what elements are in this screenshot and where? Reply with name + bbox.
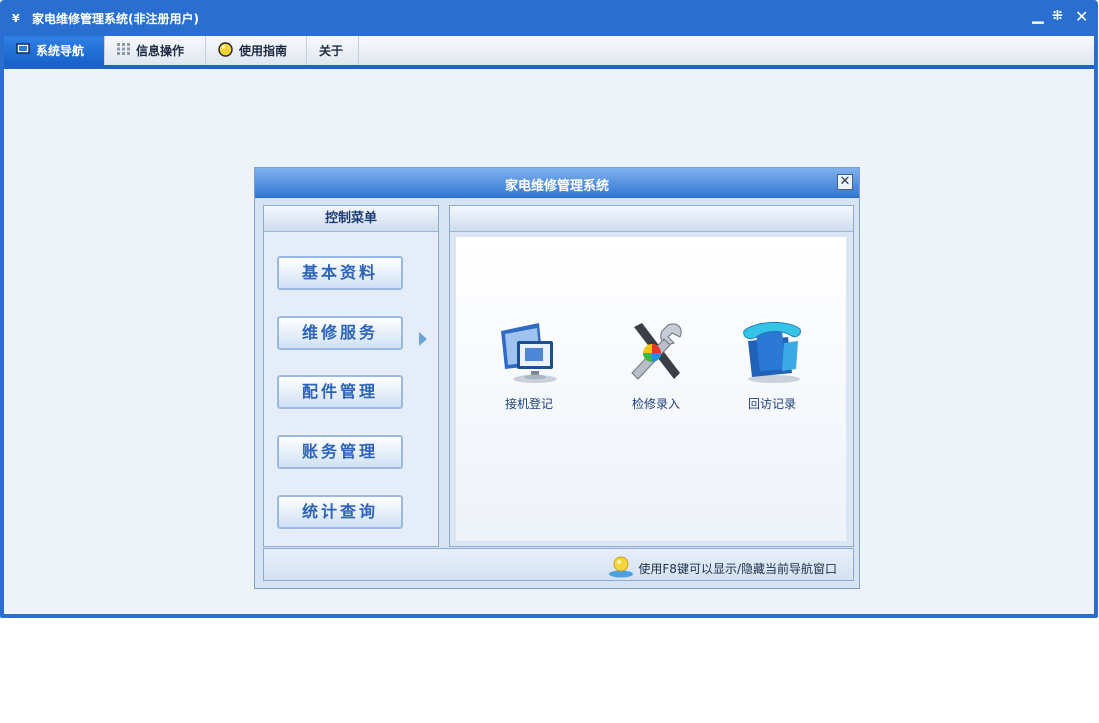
selected-arrow-icon xyxy=(419,332,427,346)
tab-info-operation[interactable]: 信息操作 xyxy=(105,36,206,65)
menu-parts-management-button[interactable]: 配件管理 xyxy=(277,375,403,409)
feature-label: 回访记录 xyxy=(747,397,796,411)
phone-folder-icon xyxy=(722,319,822,385)
tab-user-guide[interactable]: 使用指南 xyxy=(206,36,307,65)
window-title: 家电维修管理系统(非注册用户) xyxy=(32,12,199,26)
feature-panel-header xyxy=(450,206,853,232)
bulb-icon xyxy=(218,41,233,60)
feature-repair-entry[interactable]: 检修录入 xyxy=(606,319,706,412)
dialog-title: 家电维修管理系统 xyxy=(504,179,609,194)
app-logo-icon: ¥ xyxy=(12,12,20,25)
close-icon[interactable]: ✕ xyxy=(1075,8,1088,26)
tab-system-navigation[interactable]: 系统导航 xyxy=(4,36,105,65)
title-bar[interactable]: ¥ 家电维修管理系统(非注册用户) ▁ ⁜ ✕ xyxy=(0,0,1098,36)
restore-icon[interactable]: ⁜ xyxy=(1052,8,1063,26)
repair-tools-icon xyxy=(606,319,706,385)
feature-label: 检修录入 xyxy=(631,397,680,411)
grid-icon xyxy=(117,43,130,58)
lightbulb-person-icon xyxy=(608,556,634,581)
tab-label: 使用指南 xyxy=(239,44,288,58)
minimize-icon[interactable]: ▁ xyxy=(1032,6,1044,24)
tab-bar: 系统导航 信息操作 使用指南 关于 xyxy=(4,36,1094,66)
navigation-dialog: 家电维修管理系统 ✕ 控制菜单 基本资料 维修服务 配件管理 账务管理 统计查询 xyxy=(254,167,860,589)
menu-basic-info-button[interactable]: 基本资料 xyxy=(277,256,403,290)
feature-intake-registration[interactable]: 接机登记 xyxy=(479,319,579,412)
tab-label: 关于 xyxy=(319,44,344,58)
control-menu-panel: 控制菜单 基本资料 维修服务 配件管理 账务管理 统计查询 xyxy=(263,205,439,547)
feature-panel-body: 接机登记 检修录入 回访记录 xyxy=(456,237,846,541)
dialog-close-icon[interactable]: ✕ xyxy=(837,174,853,190)
dialog-status-bar: 使用F8键可以显示/隐藏当前导航窗口 xyxy=(263,548,854,581)
tip-text: 使用F8键可以显示/隐藏当前导航窗口 xyxy=(638,562,837,576)
computer-monitor-icon xyxy=(479,319,579,385)
feature-panel: 接机登记 检修录入 回访记录 xyxy=(449,205,854,547)
monitor-icon xyxy=(16,43,30,58)
tab-about[interactable]: 关于 xyxy=(307,36,359,65)
menu-statistics-query-button[interactable]: 统计查询 xyxy=(277,495,403,529)
menu-accounts-management-button[interactable]: 账务管理 xyxy=(277,435,403,469)
dialog-title-bar[interactable]: 家电维修管理系统 ✕ xyxy=(255,168,859,198)
menu-repair-service-button[interactable]: 维修服务 xyxy=(277,316,403,350)
feature-follow-up-record[interactable]: 回访记录 xyxy=(722,319,822,412)
control-menu-header: 控制菜单 xyxy=(264,206,438,232)
feature-label: 接机登记 xyxy=(504,397,553,411)
tab-label: 系统导航 xyxy=(36,44,85,58)
f8-tip: 使用F8键可以显示/隐藏当前导航窗口 xyxy=(608,556,837,581)
tab-label: 信息操作 xyxy=(136,44,185,58)
